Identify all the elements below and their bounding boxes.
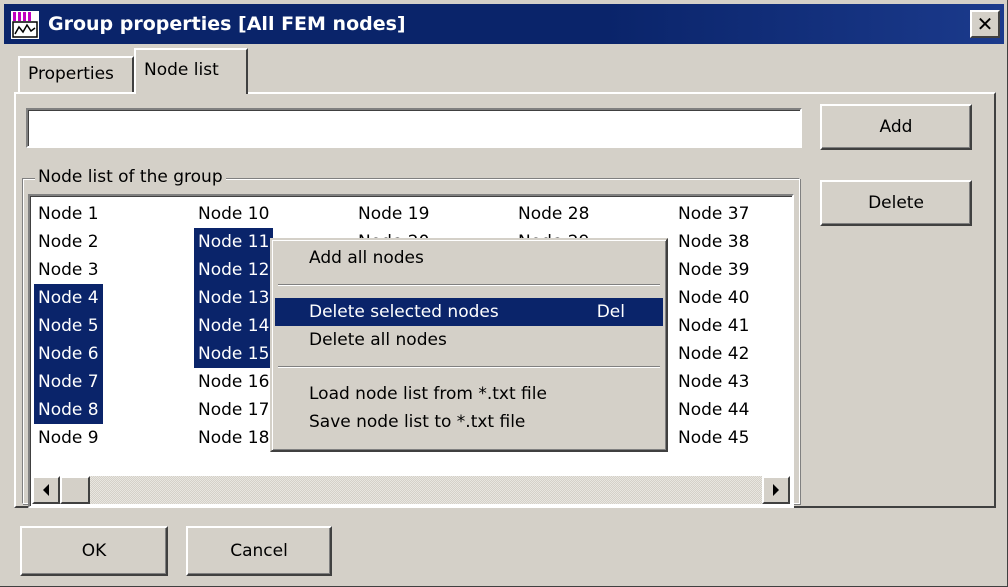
arrow-left-icon <box>43 484 49 496</box>
add-button[interactable]: Add <box>820 104 972 150</box>
list-row: Node 8 <box>34 396 194 424</box>
list-item[interactable]: Node 17 <box>194 396 273 424</box>
groupbox-legend: Node list of the group <box>35 166 226 188</box>
close-icon: ✕ <box>976 12 994 36</box>
list-row: Node 9 <box>34 424 194 452</box>
list-row: Node 39 <box>674 256 792 284</box>
tab-properties[interactable]: Properties <box>18 56 134 92</box>
menu-item-label: Add all nodes <box>309 248 424 268</box>
list-item[interactable]: Node 39 <box>674 256 753 284</box>
list-item[interactable]: Node 10 <box>194 200 273 228</box>
delete-button[interactable]: Delete <box>820 180 972 226</box>
list-item[interactable]: Node 18 <box>194 424 273 452</box>
list-item[interactable]: Node 6 <box>34 340 103 368</box>
list-row: Node 38 <box>674 228 792 256</box>
menu-item-label: Load node list from *.txt file <box>309 384 547 404</box>
list-column: Node 37 Node 38 Node 39 Node 40 Node 41 Node … <box>674 200 792 452</box>
list-item[interactable]: Node 45 <box>674 424 753 452</box>
list-item[interactable]: Node 19 <box>354 200 433 228</box>
scroll-left-button[interactable] <box>32 476 60 504</box>
list-row: Node 45 <box>674 424 792 452</box>
node-input-field[interactable] <box>26 108 802 148</box>
list-item[interactable]: Node 11 <box>194 228 274 256</box>
list-item[interactable]: Node 13 <box>194 284 274 312</box>
list-item[interactable]: Node 7 <box>34 368 103 396</box>
group-properties-dialog: Group properties [All FEM nodes] ✕ Prope… <box>0 0 1008 587</box>
list-item[interactable]: Node 28 <box>514 200 593 228</box>
list-item[interactable]: Node 5 <box>34 312 103 340</box>
list-item[interactable]: Node 12 <box>194 256 274 284</box>
chart-app-icon <box>11 11 39 39</box>
list-row: Node 41 <box>674 312 792 340</box>
list-row: Node 43 <box>674 368 792 396</box>
scrollbar-thumb[interactable] <box>60 476 90 504</box>
context-menu: Add all nodes Delete selected nodes Del Del… <box>270 238 668 452</box>
list-row: Node 37 <box>674 200 792 228</box>
list-item[interactable]: Node 9 <box>34 424 103 452</box>
window-title: Group properties [All FEM nodes] <box>48 13 406 35</box>
list-item[interactable]: Node 38 <box>674 228 753 256</box>
tab-node-list[interactable]: Node list <box>134 48 248 98</box>
list-item[interactable]: Node 44 <box>674 396 753 424</box>
menu-item-label: Delete selected nodes <box>309 302 499 322</box>
list-row: Node 4 <box>34 284 194 312</box>
menu-separator <box>278 284 660 286</box>
list-row: Node 3 <box>34 256 194 284</box>
list-item[interactable]: Node 37 <box>674 200 753 228</box>
ok-button[interactable]: OK <box>20 526 168 576</box>
list-row: Node 40 <box>674 284 792 312</box>
list-item[interactable]: Node 43 <box>674 368 753 396</box>
list-item[interactable]: Node 3 <box>34 256 103 284</box>
list-item[interactable]: Node 41 <box>674 312 753 340</box>
list-item[interactable]: Node 8 <box>34 396 103 424</box>
horizontal-scrollbar[interactable] <box>32 476 790 504</box>
scroll-right-button[interactable] <box>762 476 790 504</box>
list-row: Node 44 <box>674 396 792 424</box>
menu-separator <box>278 366 660 368</box>
menu-item[interactable]: Delete all nodes <box>275 326 663 354</box>
menu-item-shortcut: Del <box>596 302 625 322</box>
menu-item-label: Delete all nodes <box>309 330 447 350</box>
menu-item-label: Save node list to *.txt file <box>309 412 526 432</box>
list-row: Node 6 <box>34 340 194 368</box>
list-item[interactable]: Node 42 <box>674 340 753 368</box>
list-item[interactable]: Node 2 <box>34 228 103 256</box>
list-item[interactable]: Node 40 <box>674 284 753 312</box>
list-row: Node 42 <box>674 340 792 368</box>
list-column: Node 1 Node 2 Node 3 Node 4 Node 5 Node 6 Node… <box>34 200 194 452</box>
list-row: Node 5 <box>34 312 194 340</box>
list-row: Node 1 <box>34 200 194 228</box>
list-row: Node 28 <box>514 200 674 228</box>
list-row: Node 7 <box>34 368 194 396</box>
list-item[interactable]: Node 14 <box>194 312 274 340</box>
list-row: Node 2 <box>34 228 194 256</box>
list-row: Node 10 <box>194 200 354 228</box>
list-item[interactable]: Node 16 <box>194 368 273 396</box>
list-item[interactable]: Node 4 <box>34 284 103 312</box>
list-item[interactable]: Node 15 <box>194 340 274 368</box>
title-bar[interactable]: Group properties [All FEM nodes] ✕ <box>4 4 1004 44</box>
menu-item[interactable]: Load node list from *.txt file <box>275 380 663 408</box>
menu-item[interactable]: Delete selected nodes Del <box>275 298 663 326</box>
cancel-button[interactable]: Cancel <box>186 526 332 576</box>
arrow-right-icon <box>773 484 779 496</box>
list-row: Node 19 <box>354 200 514 228</box>
close-button[interactable]: ✕ <box>970 10 1000 38</box>
menu-item[interactable]: Save node list to *.txt file <box>275 408 663 436</box>
menu-item[interactable]: Add all nodes <box>275 244 663 272</box>
list-item[interactable]: Node 1 <box>34 200 103 228</box>
